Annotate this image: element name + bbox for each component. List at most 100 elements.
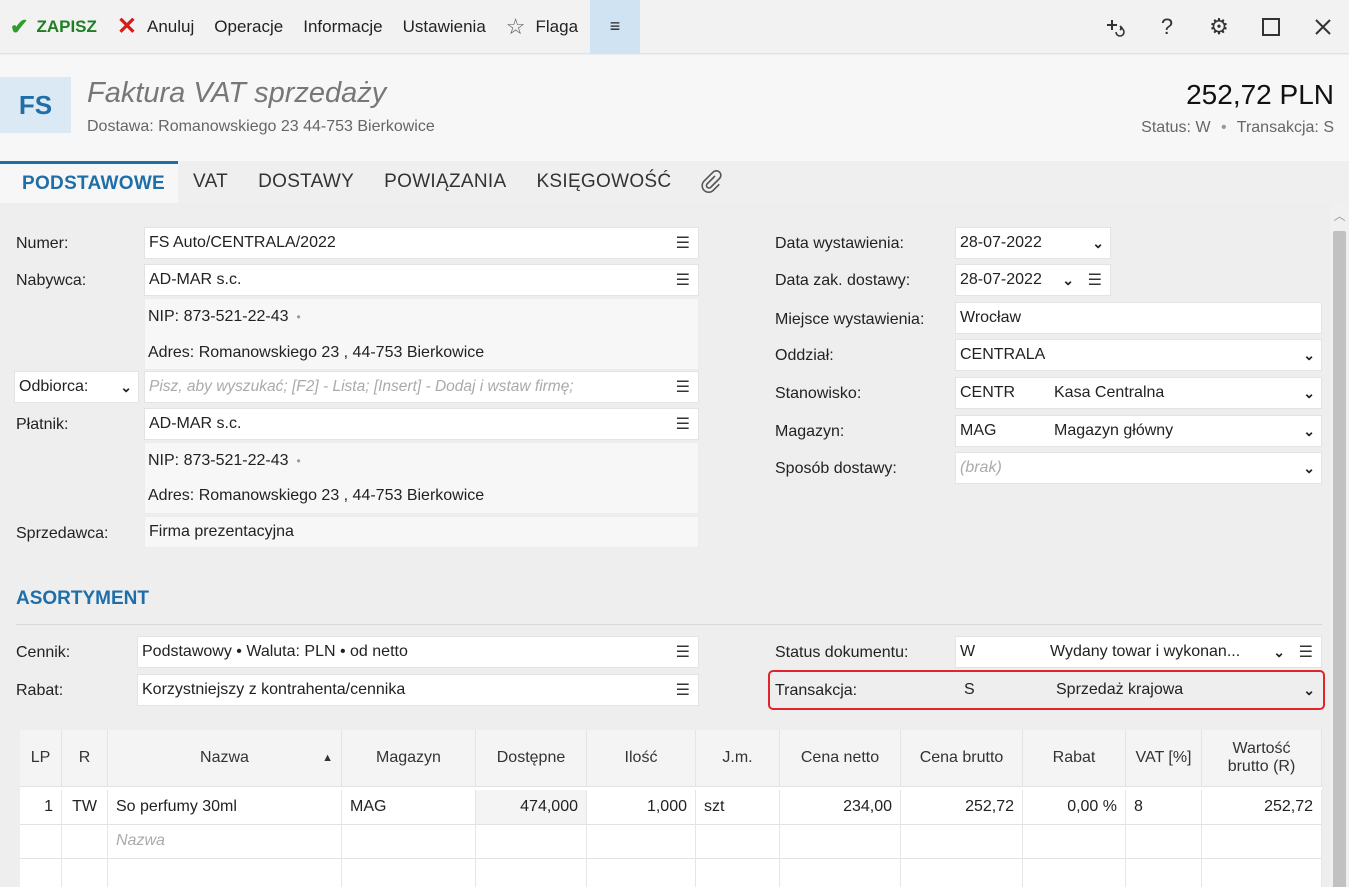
paperclip-icon[interactable] xyxy=(686,161,736,203)
chevron-down-icon: ⌄ xyxy=(1303,681,1315,698)
menu-icon[interactable]: ☰ xyxy=(1088,270,1102,290)
cancel-button[interactable]: ✕ Anuluj xyxy=(107,0,204,54)
col-header-magazyn[interactable]: Magazyn xyxy=(342,730,476,786)
menu-icon[interactable]: ☰ xyxy=(676,270,690,290)
data-wystawienia-picker[interactable]: 28-07-2022 ⌄ xyxy=(955,227,1111,259)
document-amount: 252,72 PLN xyxy=(1186,79,1334,110)
cell-wartosc: 252,72 xyxy=(1202,790,1322,824)
platnik-field[interactable]: AD-MAR s.c. ☰ xyxy=(144,408,699,440)
rabat-field[interactable]: Korzystniejszy z kontrahenta/cennika ☰ xyxy=(137,674,699,706)
cell-r[interactable]: TW xyxy=(62,790,108,824)
scroll-up-icon[interactable]: ︿ xyxy=(1330,207,1349,225)
col-header-r[interactable]: R xyxy=(62,730,108,786)
menu-icon[interactable]: ☰ xyxy=(676,233,690,253)
miejsce-wystawienia-input[interactable]: Wrocław xyxy=(955,302,1322,334)
oddzial-value: CENTRALA xyxy=(960,346,1046,363)
cell-jm[interactable]: szt xyxy=(696,790,780,824)
menu-icon[interactable]: ☰ xyxy=(1299,642,1313,662)
flag-label: Flaga xyxy=(535,16,579,36)
document-header: FS Faktura VAT sprzedaży Dostawa: Romano… xyxy=(0,55,1349,161)
nabywca-field[interactable]: AD-MAR s.c. ☰ xyxy=(144,264,699,296)
cennik-field[interactable]: Podstawowy • Waluta: PLN • od netto ☰ xyxy=(137,636,699,668)
gear-icon[interactable]: ⚙ xyxy=(1193,0,1245,54)
document-status-line: Status: W • Transakcja: S xyxy=(1141,119,1334,136)
document-type-badge: FS xyxy=(0,77,71,133)
hamburger-menu-button[interactable]: ≡ xyxy=(590,0,641,54)
grid-divider xyxy=(20,786,1322,787)
items-grid: LP R Nazwa ▲ Magazyn Dostępne Ilość J.m.… xyxy=(20,730,1322,887)
transakcja-select[interactable]: S Sprzedaż krajowa ⌄ xyxy=(955,674,1322,706)
col-header-dostepne[interactable]: Dostępne xyxy=(476,730,587,786)
col-header-vat[interactable]: VAT [%] xyxy=(1126,730,1202,786)
close-icon[interactable] xyxy=(1297,0,1349,54)
cell-nazwa[interactable]: So perfumy 30ml xyxy=(108,790,342,824)
transaction-value: S xyxy=(1323,119,1334,136)
tab-powiazania[interactable]: POWIĄZANIA xyxy=(369,161,521,203)
status-dokumentu-select[interactable]: W Wydany towar i wykonan... ⌄ ☰ xyxy=(955,636,1322,668)
settings-menu[interactable]: Ustawienia xyxy=(393,0,496,54)
transakcja-code: S xyxy=(964,681,975,698)
rabat-value: Korzystniejszy z kontrahenta/cennika xyxy=(142,681,406,698)
platnik-nip: NIP: 873-521-22-43 • xyxy=(148,452,301,469)
empty-cell xyxy=(1202,858,1322,887)
menu-icon[interactable]: ☰ xyxy=(676,414,690,434)
scrollbar-thumb[interactable] xyxy=(1333,231,1346,887)
col-header-lp[interactable]: LP xyxy=(20,730,62,786)
sprzedawca-field: Firma prezentacyjna xyxy=(144,516,699,548)
platnik-value: AD-MAR s.c. xyxy=(149,415,242,432)
cell-vat[interactable]: 8 xyxy=(1126,790,1202,824)
flag-button[interactable]: ☆ Flaga xyxy=(496,0,588,54)
tab-podstawowe[interactable]: PODSTAWOWE xyxy=(0,161,179,203)
help-icon[interactable]: ? xyxy=(1141,0,1193,54)
menu-icon[interactable]: ☰ xyxy=(676,680,690,700)
sposob-dostawy-select[interactable]: (brak) ⌄ xyxy=(955,452,1322,484)
col-header-cena-brutto[interactable]: Cena brutto xyxy=(901,730,1023,786)
transaction-label: Transakcja: xyxy=(1236,119,1319,136)
menu-icon[interactable]: ☰ xyxy=(676,377,690,397)
menu-icon[interactable]: ☰ xyxy=(676,642,690,662)
odbiorca-search-input[interactable]: Pisz, aby wyszukać; [F2] - Lista; [Inser… xyxy=(144,371,699,403)
col-header-ilosc[interactable]: Ilość xyxy=(587,730,696,786)
magazyn-select[interactable]: MAG Magazyn główny ⌄ xyxy=(955,415,1322,447)
chevron-down-icon: ⌄ xyxy=(1303,384,1315,401)
empty-cell xyxy=(587,824,696,858)
new-item-name-input[interactable]: Nazwa xyxy=(108,824,342,858)
tab-vat[interactable]: VAT xyxy=(178,161,243,203)
tab-ksiegowosc[interactable]: KSIĘGOWOŚĆ xyxy=(521,161,686,203)
col-header-cena-netto[interactable]: Cena netto xyxy=(780,730,901,786)
col-header-wartosc-brutto[interactable]: Wartość brutto (R) xyxy=(1202,730,1322,786)
add-refresh-icon[interactable] xyxy=(1089,0,1141,54)
data-wystawienia-value: 28-07-2022 xyxy=(960,234,1042,251)
transakcja-name: Sprzedaż krajowa xyxy=(1056,681,1184,698)
save-button[interactable]: ✔ ZAPISZ xyxy=(0,0,107,54)
col-header-rabat[interactable]: Rabat xyxy=(1023,730,1126,786)
cell-ilosc[interactable]: 1,000 xyxy=(587,790,696,824)
sprzedawca-label: Sprzedawca: xyxy=(16,525,109,542)
cell-magazyn[interactable]: MAG xyxy=(342,790,476,824)
cell-cena-brutto[interactable]: 252,72 xyxy=(901,790,1023,824)
tab-dostawy[interactable]: DOSTAWY xyxy=(243,161,369,203)
stanowisko-select[interactable]: CENTR Kasa Centralna ⌄ xyxy=(955,377,1322,409)
oddzial-select[interactable]: CENTRALA ⌄ xyxy=(955,339,1322,371)
sposob-dostawy-label: Sposób dostawy: xyxy=(775,460,897,477)
operations-menu[interactable]: Operacje xyxy=(204,0,293,54)
vertical-scrollbar[interactable]: ︿ xyxy=(1330,203,1349,887)
cell-lp[interactable]: 1 xyxy=(20,790,62,824)
maximize-icon[interactable] xyxy=(1245,0,1297,54)
col-header-jm[interactable]: J.m. xyxy=(696,730,780,786)
cell-cena-netto[interactable]: 234,00 xyxy=(780,790,901,824)
toolbar: ✔ ZAPISZ ✕ Anuluj Operacje Informacje Us… xyxy=(0,0,1349,54)
cell-rabat[interactable]: 0,00 % xyxy=(1023,790,1126,824)
data-zak-dostawy-picker[interactable]: 28-07-2022 ⌄ ☰ xyxy=(955,264,1111,296)
magazyn-label: Magazyn: xyxy=(775,423,845,440)
numer-field[interactable]: FS Auto/CENTRALA/2022 ☰ xyxy=(144,227,699,259)
data-wystawienia-label: Data wystawienia: xyxy=(775,235,904,252)
information-menu[interactable]: Informacje xyxy=(293,0,392,54)
chevron-down-icon: ⌄ xyxy=(1303,346,1315,363)
empty-cell xyxy=(587,858,696,887)
numer-value: FS Auto/CENTRALA/2022 xyxy=(149,234,336,251)
odbiorca-select[interactable]: Odbiorca: ⌄ xyxy=(14,371,139,403)
document-subtitle: Dostawa: Romanowskiego 23 44-753 Bierkow… xyxy=(87,118,435,135)
hamburger-icon: ≡ xyxy=(609,16,621,36)
col-header-nazwa[interactable]: Nazwa ▲ xyxy=(108,730,342,786)
